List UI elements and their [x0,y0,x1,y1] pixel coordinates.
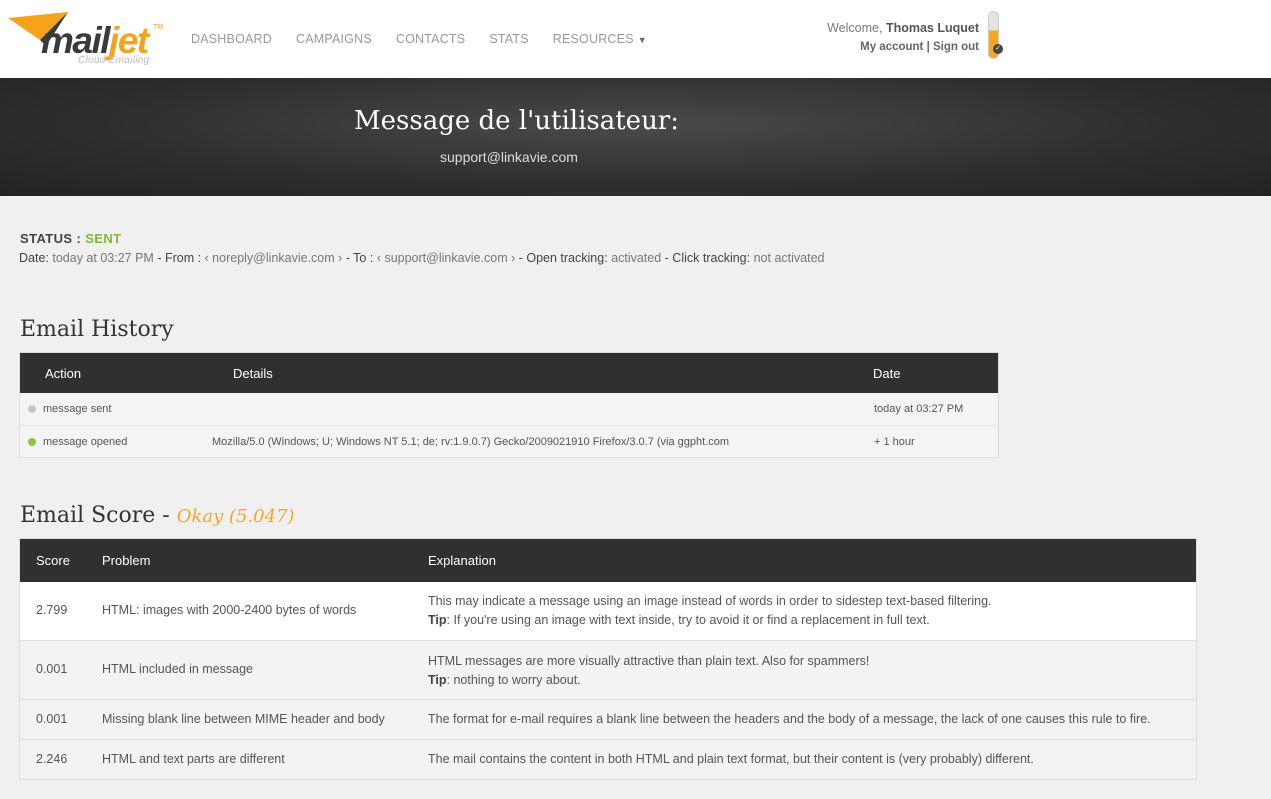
explanation-text: HTML messages are more visually attracti… [428,654,870,668]
nav-resources-label: RESOURCES [552,32,634,46]
logo-trademark: TM [153,24,164,31]
tip-label: Tip [428,673,447,687]
from-label: - From : [157,251,202,265]
score-problem: HTML: images with 2000-2400 bytes of wor… [102,603,357,617]
page-banner: Message de l'utilisateur: support@linkav… [0,78,1271,196]
table-row: message sent today at 03:27 PM [20,393,998,425]
score-problem: HTML included in message [102,662,253,676]
column-problem: Problem [102,553,151,568]
status-line: STATUS : SENT [20,231,122,246]
history-details: Mozilla/5.0 (Windows; U; Windows NT 5.1;… [212,436,730,448]
tip-text: : If you're using an image with text ins… [446,613,930,627]
email-score-label: Email Score - [20,503,170,528]
status-badge: SENT [85,231,122,246]
history-header-row: Action Details Date [20,353,998,393]
history-action: message sent [43,403,112,415]
column-details: Details [233,366,273,381]
email-history-title: Email History [20,317,174,342]
table-row: message opened Mozilla/5.0 (Windows; U; … [20,425,998,457]
column-action: Action [45,366,82,381]
table-row: 0.001 Missing blank line between MIME he… [20,699,1196,739]
history-date: + 1 hour [874,436,915,448]
page-title: Message de l'utilisateur: [354,106,679,136]
score-explanation: HTML messages are more visually attracti… [428,652,869,690]
click-tracking-label: - Click tracking: [664,251,751,265]
nav-resources[interactable]: RESOURCES ▼ [541,32,659,46]
nav-campaigns[interactable]: CAMPAIGNS [284,32,384,46]
score-explanation: The format for e-mail requires a blank l… [428,712,1151,726]
nav-contacts[interactable]: CONTACTS [384,32,477,46]
score-value: 2.246 [36,752,68,766]
tip-label: Tip [428,613,447,627]
nav-stats[interactable]: STATS [477,32,540,46]
nav-dashboard[interactable]: DASHBOARD [179,32,284,46]
score-problem: HTML and text parts are different [102,752,285,766]
message-meta: Date: today at 03:27 PM - From : ‹ norep… [19,251,824,265]
welcome-text: Welcome, [827,21,883,35]
user-name: Thomas Luquet [885,21,979,35]
score-header-row: Score Problem Explanation [20,539,1196,582]
date-value: today at 03:27 PM [52,251,154,265]
top-bar: mailjet TM Cloud Emailing DASHBOARD CAMP… [0,0,1271,78]
open-tracking-label: - Open tracking: [518,251,608,265]
column-explanation: Explanation [428,553,496,568]
email-history-table: Action Details Date message sent today a… [19,352,999,458]
status-dot-icon [28,438,36,446]
email-score-title: Email Score - Okay (5.047) [20,503,295,528]
score-explanation: The mail contains the content in both HT… [428,752,1034,766]
mailjet-logo[interactable]: mailjet TM Cloud Emailing [6,8,166,70]
user-box: Welcome, Thomas Luquet My account | Sign… [827,19,979,57]
table-row: 2.246 HTML and text parts are different … [20,739,1196,779]
sign-out-link[interactable]: Sign out [933,41,979,53]
status-dot-icon [28,405,36,413]
column-date: Date [873,366,901,381]
main-nav: DASHBOARD CAMPAIGNS CONTACTS STATS RESOU… [179,32,659,46]
link-separator: | [926,41,930,53]
table-row: 0.001 HTML included in message HTML mess… [20,640,1196,699]
score-problem: Missing blank line between MIME header a… [102,712,385,726]
chevron-down-icon: ▼ [637,35,647,45]
status-label: STATUS : [20,231,82,246]
column-score: Score [36,553,70,568]
tip-text: : nothing to worry about. [446,673,581,687]
open-tracking-value: activated [611,251,662,265]
score-value: 2.799 [36,603,68,617]
score-explanation: This may indicate a message using an ima… [428,592,992,630]
email-score-table: Score Problem Explanation 2.799 HTML: im… [19,538,1197,780]
to-label: - To : [345,251,374,265]
score-value: 0.001 [36,662,68,676]
score-rating: Okay (5.047) [176,506,295,527]
user-email: support@linkavie.com [440,149,578,165]
table-row: 2.799 HTML: images with 2000-2400 bytes … [20,582,1196,640]
my-account-link[interactable]: My account [860,41,923,53]
to-value: ‹ support@linkavie.com › [376,251,516,265]
logo-tagline: Cloud Emailing [78,55,150,66]
date-label: Date: [19,251,49,265]
explanation-text: This may indicate a message using an ima… [428,594,992,608]
from-value: ‹ noreply@linkavie.com › [204,251,343,265]
click-tracking-value: not activated [753,251,825,265]
check-icon: ✓ [993,44,1003,54]
score-value: 0.001 [36,712,68,726]
history-date: today at 03:27 PM [874,403,964,415]
history-action: message opened [43,436,128,448]
